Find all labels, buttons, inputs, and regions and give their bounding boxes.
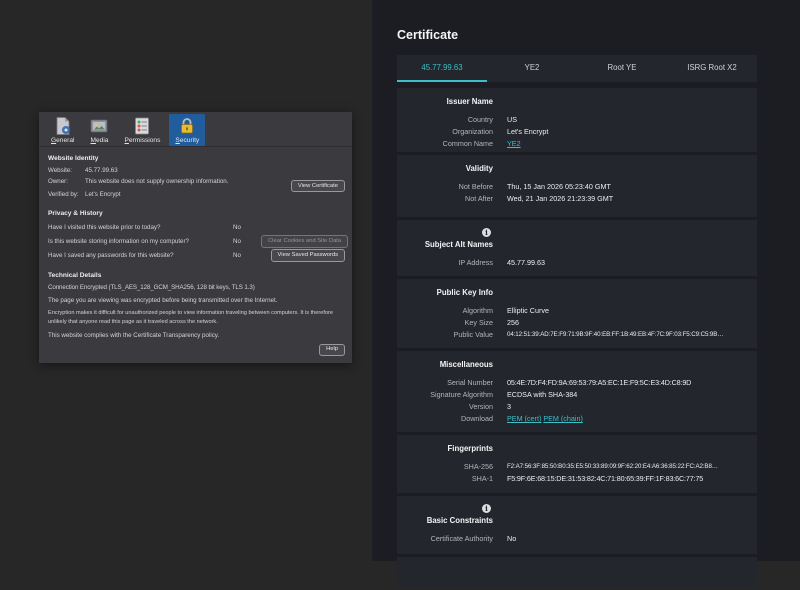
country-row: Country US <box>467 115 517 124</box>
tab-media[interactable]: Media <box>83 114 115 146</box>
certificate-tab-bar: 45.77.99.63 YE2 Root YE ISRG Root X2 <box>397 55 757 82</box>
document-icon <box>56 117 70 135</box>
website-identity-title: Website Identity <box>48 155 99 162</box>
issuer-name-title: Issuer Name <box>446 97 493 106</box>
version-row: Version 3 <box>469 402 511 411</box>
public-key-info-title: Public Key Info <box>436 288 493 297</box>
website-value: 45.77.99.63 <box>85 167 118 174</box>
cert-tab-root-ye[interactable]: Root YE <box>577 55 667 82</box>
page-info-tab-bar: General Media Permissions Security <box>39 112 352 147</box>
website-label: Website: <box>48 167 72 174</box>
clear-cookies-button[interactable]: Clear Cookies and Site Data <box>261 235 349 248</box>
pem-cert-link[interactable]: PEM (cert) <box>507 414 541 423</box>
common-name-row: Common Name YE2 <box>442 139 521 148</box>
cert-tab-leaf[interactable]: 45.77.99.63 <box>397 55 487 82</box>
fingerprints-card: Fingerprints SHA-256 F2:A7:56:3F:85:50:B… <box>397 435 757 493</box>
fingerprints-title: Fingerprints <box>447 444 493 453</box>
tab-general[interactable]: General <box>45 114 80 146</box>
tab-permissions[interactable]: Permissions <box>118 114 166 146</box>
privacy-history-title: Privacy & History <box>48 209 103 217</box>
technical-details-section: Technical Details Connection Encrypted (… <box>48 271 345 356</box>
miscellaneous-card: Miscellaneous Serial Number 05:4E:7D:F4:… <box>397 351 757 432</box>
verified-by-label: Verified by: <box>48 191 79 198</box>
view-certificate-button[interactable]: View Certificate <box>290 180 345 193</box>
issuer-name-card: Issuer Name Country US Organization Let'… <box>397 88 757 152</box>
cert-tab-isrg-root-x2[interactable]: ISRG Root X2 <box>667 55 757 82</box>
validity-card: Validity Not Before Thu, 15 Jan 2026 05:… <box>397 155 757 217</box>
tab-security-label: Security <box>175 137 200 144</box>
download-row: Download PEM (cert) PEM (chain) <box>461 414 583 423</box>
sha256-row: SHA-256 F2:A7:56:3F:85:50:B0:35:E5:50:33… <box>463 462 718 471</box>
tab-security[interactable]: Security <box>169 114 206 146</box>
privacy-row-cookies: Is this website storing information on m… <box>48 235 349 249</box>
privacy-history-section: Privacy & History Have I visited this we… <box>48 209 349 263</box>
not-after-row: Not After Wed, 21 Jan 2026 21:23:39 GMT <box>465 194 614 203</box>
miscellaneous-title: Miscellaneous <box>439 360 493 369</box>
tab-permissions-label: Permissions <box>124 137 161 144</box>
subject-alt-names-card: i Subject Alt Names IP Address 45.77.99.… <box>397 220 757 276</box>
not-before-row: Not Before Thu, 15 Jan 2026 05:23:40 GMT <box>458 182 611 191</box>
public-key-info-card: Public Key Info Algorithm Elliptic Curve… <box>397 279 757 348</box>
encrypted-transmission-line: The page you are viewing was encrypted b… <box>48 296 278 304</box>
certificate-authority-row: Certificate Authority No <box>430 534 517 543</box>
organization-row: Organization Let's Encrypt <box>452 127 549 136</box>
question-cookies: Is this website storing information on m… <box>48 237 189 245</box>
tab-media-label: Media <box>90 137 109 144</box>
help-button[interactable]: Help <box>319 343 345 356</box>
key-size-row: Key Size 256 <box>464 318 519 327</box>
connection-encrypted-line: Connection Encrypted (TLS_AES_128_GCM_SH… <box>48 283 255 291</box>
view-saved-passwords-button[interactable]: View Saved Passwords <box>270 249 345 262</box>
algorithm-row: Algorithm Elliptic Curve <box>462 306 549 315</box>
public-value-row: Public Value 04:12:51:39:AD:7E:F9:71:9B:… <box>453 330 724 339</box>
sha1-row: SHA-1 F5:9F:6E:68:15:DE:31:53:82:4C:71:8… <box>471 474 704 483</box>
certificate-sections: Issuer Name Country US Organization Let'… <box>397 88 757 590</box>
subject-alt-names-title: Subject Alt Names <box>424 240 493 249</box>
signature-algorithm-row: Signature Algorithm ECDSA with SHA-384 <box>430 390 578 399</box>
website-row: Website: 45.77.99.63 <box>48 166 345 177</box>
certificate-viewer-panel: Certificate 45.77.99.63 YE2 Root YE ISRG… <box>372 0 800 587</box>
lock-icon <box>181 118 194 134</box>
page-info-dialog: General Media Permissions Security Websi… <box>39 112 352 363</box>
encryption-explanation-line: Encryption makes it difficult for unauth… <box>48 309 334 326</box>
info-icon[interactable]: i <box>482 228 491 237</box>
basic-constraints-card: i Basic Constraints Certificate Authorit… <box>397 496 757 554</box>
question-visited: Have I visited this website prior to tod… <box>48 223 161 231</box>
cert-tab-intermediate[interactable]: YE2 <box>487 55 577 82</box>
next-section-card-clipped <box>397 557 757 587</box>
certificate-page-title: Certificate <box>397 28 459 42</box>
permissions-icon <box>135 117 150 135</box>
tab-general-label: General <box>51 137 75 144</box>
question-passwords: Have I saved any passwords for this webs… <box>48 251 174 259</box>
serial-number-row: Serial Number 05:4E:7D:F4:FD:9A:69:53:79… <box>447 378 692 387</box>
answer-visited: No <box>233 223 241 231</box>
pem-chain-link[interactable]: PEM (chain) <box>543 414 583 423</box>
privacy-row-passwords: Have I saved any passwords for this webs… <box>48 249 345 263</box>
certificate-transparency-line: This website complies with the Certifica… <box>48 331 220 339</box>
validity-title: Validity <box>465 164 493 173</box>
owner-label: Owner: <box>48 177 68 185</box>
page-info-content: Website Identity Website: 45.77.99.63 Ow… <box>39 147 352 356</box>
answer-cookies: No <box>233 237 241 245</box>
answer-passwords: No <box>233 251 241 259</box>
common-name-link[interactable]: YE2 <box>507 139 521 148</box>
technical-details-title: Technical Details <box>48 271 102 279</box>
ip-address-row: IP Address 45.77.99.63 <box>458 258 545 267</box>
media-icon <box>91 119 108 133</box>
basic-constraints-title: Basic Constraints <box>426 516 493 525</box>
privacy-row-visited: Have I visited this website prior to tod… <box>48 221 345 235</box>
website-identity-section: Website Identity Website: 45.77.99.63 Ow… <box>48 154 345 201</box>
info-icon[interactable]: i <box>482 504 491 513</box>
